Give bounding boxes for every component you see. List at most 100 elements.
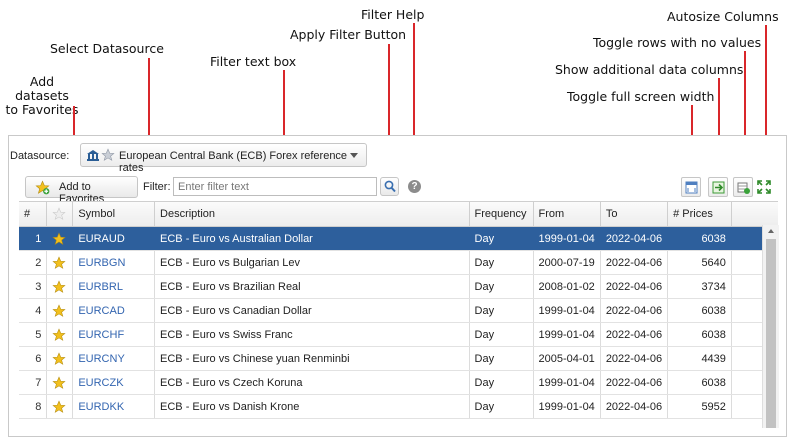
favorite-star-cell[interactable]: [46, 226, 74, 251]
frequency-cell: Day: [469, 394, 534, 419]
description-cell: ECB - Euro vs Swiss Franc: [154, 322, 470, 347]
column-header-description[interactable]: Description: [154, 202, 470, 227]
add-to-favorites-button[interactable]: Add to Favorites: [25, 176, 138, 205]
column-header-favorite[interactable]: [46, 202, 74, 227]
symbol-cell[interactable]: EURAUD: [72, 226, 156, 251]
rows-toggle-icon: [737, 181, 750, 197]
row-index: 7: [19, 370, 48, 395]
from-date-cell: 1999-01-04: [533, 322, 601, 347]
symbol-cell[interactable]: EURCNY: [72, 346, 156, 371]
frequency-cell: Day: [469, 298, 534, 323]
favorite-star-icon[interactable]: [101, 148, 115, 165]
frequency-cell: Day: [469, 370, 534, 395]
prices-cell: 4439: [667, 346, 732, 371]
table-row[interactable]: 3 EURBRL ECB - Euro vs Brazilian Real Day 20…: [19, 274, 778, 299]
favorite-star-cell[interactable]: [46, 346, 74, 371]
annotation-filter-help: Filter Help: [361, 7, 425, 22]
show-additional-columns-button[interactable]: [708, 177, 728, 197]
bank-icon: [86, 149, 100, 165]
symbol-cell[interactable]: EURCHF: [72, 322, 156, 347]
annotation-apply-filter: Apply Filter Button: [290, 27, 407, 42]
table-row[interactable]: 1 EURAUD ECB - Euro vs Australian Dollar Da…: [19, 226, 778, 251]
star-icon[interactable]: [52, 327, 66, 341]
annotation-filter-text-box: Filter text box: [210, 54, 297, 69]
frequency-cell: Day: [469, 250, 534, 275]
to-date-cell: 2022-04-06: [600, 322, 669, 347]
favorite-star-cell[interactable]: [46, 298, 74, 323]
vertical-scrollbar[interactable]: [762, 225, 779, 428]
column-header-to[interactable]: To: [600, 202, 669, 227]
row-index: 2: [19, 250, 48, 275]
symbol-cell[interactable]: EURBRL: [72, 274, 156, 299]
to-date-cell: 2022-04-06: [600, 370, 669, 395]
star-icon[interactable]: [52, 351, 66, 365]
symbol-cell[interactable]: EURBGN: [72, 250, 156, 275]
to-date-cell: 2022-04-06: [600, 226, 669, 251]
column-header-index[interactable]: #: [19, 202, 48, 227]
table-row[interactable]: 2 EURBGN ECB - Euro vs Bulgarian Lev Day 200…: [19, 250, 778, 275]
annotation-toggle-rows: Toggle rows with no values: [593, 35, 762, 50]
search-icon: [384, 180, 396, 196]
filter-input[interactable]: [173, 177, 377, 196]
symbol-cell[interactable]: EURCAD: [72, 298, 156, 323]
row-index: 8: [19, 394, 48, 419]
symbol-cell[interactable]: EURCZK: [72, 370, 156, 395]
description-cell: ECB - Euro vs Czech Koruna: [154, 370, 470, 395]
dataset-grid: # Symbol Description Frequency From To #…: [19, 201, 778, 429]
favorite-star-cell[interactable]: [46, 370, 74, 395]
table-row[interactable]: 8 EURDKK ECB - Euro vs Danish Krone Day 1999…: [19, 394, 778, 419]
symbol-cell[interactable]: EURDKK: [72, 394, 156, 419]
full-width-icon: [685, 181, 698, 197]
scrollbar-thumb[interactable]: [766, 239, 776, 428]
dataset-table: # Symbol Description Frequency From To #…: [19, 202, 778, 419]
favorite-star-cell[interactable]: [46, 250, 74, 275]
prices-cell: 6038: [667, 298, 732, 323]
favorite-star-cell[interactable]: [46, 274, 74, 299]
toggle-full-screen-width-button[interactable]: [681, 177, 701, 197]
toggle-empty-rows-button[interactable]: [733, 177, 753, 197]
apply-filter-button[interactable]: [380, 177, 399, 196]
star-icon[interactable]: [52, 303, 66, 317]
star-icon[interactable]: [52, 375, 66, 389]
star-outline-icon: [52, 207, 66, 220]
row-index: 3: [19, 274, 48, 299]
table-header-row: # Symbol Description Frequency From To #…: [19, 202, 778, 227]
annotation-add-favorites: Add datasets to Favorites: [5, 74, 79, 117]
column-header-symbol[interactable]: Symbol: [72, 202, 156, 227]
column-header-prices[interactable]: # Prices: [667, 202, 732, 227]
favorite-star-cell[interactable]: [46, 394, 74, 419]
help-icon[interactable]: ?: [408, 180, 421, 193]
datasource-selected-text: European Central Bank (ECB) Forex refere…: [119, 150, 348, 174]
from-date-cell: 2005-04-01: [533, 346, 601, 371]
frequency-cell: Day: [469, 226, 534, 251]
row-index: 6: [19, 346, 48, 371]
column-header-filler: [731, 202, 778, 227]
to-date-cell: 2022-04-06: [600, 250, 669, 275]
annotation-toggle-fullscreen: Toggle full screen width: [567, 89, 715, 104]
autosize-columns-button[interactable]: [754, 177, 774, 197]
to-date-cell: 2022-04-06: [600, 298, 669, 323]
star-icon[interactable]: [52, 231, 66, 245]
star-icon[interactable]: [52, 399, 66, 413]
table-row[interactable]: 5 EURCHF ECB - Euro vs Swiss Franc Day 1999-…: [19, 322, 778, 347]
table-row[interactable]: 6 EURCNY ECB - Euro vs Chinese yuan Renmin…: [19, 346, 778, 371]
favorite-star-cell[interactable]: [46, 322, 74, 347]
from-date-cell: 2000-07-19: [533, 250, 601, 275]
datasource-select[interactable]: European Central Bank (ECB) Forex refere…: [80, 143, 367, 174]
scroll-up-icon[interactable]: [768, 229, 774, 233]
column-header-frequency[interactable]: Frequency: [469, 202, 534, 227]
row-index: 1: [19, 226, 48, 251]
description-cell: ECB - Euro vs Danish Krone: [154, 394, 470, 419]
table-row[interactable]: 7 EURCZK ECB - Euro vs Czech Koruna Day 1999…: [19, 370, 778, 395]
prices-cell: 6038: [667, 370, 732, 395]
description-cell: ECB - Euro vs Australian Dollar: [154, 226, 470, 251]
from-date-cell: 1999-01-04: [533, 394, 601, 419]
annotation-autosize: Autosize Columns: [667, 9, 779, 24]
to-date-cell: 2022-04-06: [600, 274, 669, 299]
star-icon[interactable]: [52, 279, 66, 293]
to-date-cell: 2022-04-06: [600, 346, 669, 371]
table-row[interactable]: 4 EURCAD ECB - Euro vs Canadian Dollar Day 1…: [19, 298, 778, 323]
column-header-from[interactable]: From: [533, 202, 601, 227]
row-index: 4: [19, 298, 48, 323]
star-icon[interactable]: [52, 255, 66, 269]
